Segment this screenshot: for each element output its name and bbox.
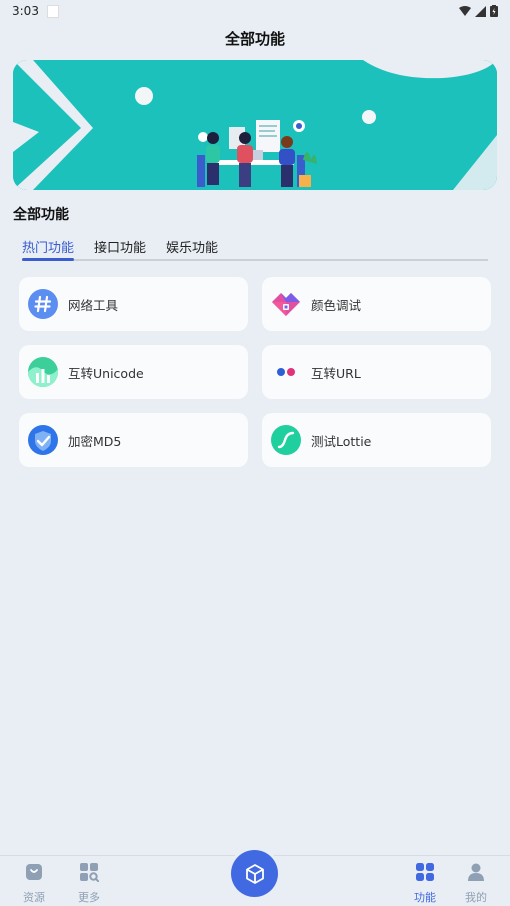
feature-label: 互转URL (311, 365, 361, 381)
feature-card-url-convert[interactable]: 互转URL (262, 345, 491, 399)
nav-label: 我的 (465, 891, 487, 904)
nav-label: 功能 (414, 891, 436, 904)
nav-mine[interactable]: 我的 (456, 862, 496, 905)
tab-entertainment-features[interactable]: 娱乐功能 (166, 235, 218, 259)
category-tabs: 热门功能 接口功能 娱乐功能 (22, 235, 488, 261)
hash-icon (28, 289, 58, 319)
battery-icon (490, 5, 498, 17)
feature-label: 颜色调试 (311, 297, 362, 313)
nav-resources[interactable]: 资源 (14, 862, 54, 905)
nav-label: 更多 (78, 891, 100, 904)
cube-icon (245, 863, 264, 884)
feature-card-lottie-test[interactable]: 测试Lottie (262, 413, 491, 467)
feature-label: 加密MD5 (68, 433, 122, 449)
apps-grid-icon (416, 863, 434, 881)
notification-icon (46, 4, 59, 18)
tab-hot-features[interactable]: 热门功能 (22, 235, 75, 261)
color-palette-icon (272, 293, 300, 316)
feature-card-network-tools[interactable]: 网络工具 (19, 277, 248, 331)
nav-features[interactable]: 功能 (405, 862, 445, 905)
nav-more[interactable]: 更多 (69, 862, 109, 905)
tab-api-features[interactable]: 接口功能 (94, 235, 146, 259)
status-bar: 3:03 (0, 0, 510, 22)
user-icon (468, 863, 484, 881)
signal-icon (475, 5, 486, 17)
feature-grid: 网络工具 颜色调试 互转Unicode 互转URL 加密MD5 测试Lottie (19, 277, 491, 467)
status-time: 3:03 (12, 4, 39, 18)
lottie-icon (271, 425, 301, 455)
feature-card-md5-encrypt[interactable]: 加密MD5 (19, 413, 248, 467)
feature-card-color-debug[interactable]: 颜色调试 (262, 277, 491, 331)
bag-icon (26, 864, 42, 880)
wifi-icon (459, 5, 471, 16)
shield-check-icon (28, 425, 58, 455)
feature-label: 测试Lottie (311, 433, 372, 449)
unicode-chart-icon (28, 357, 58, 387)
page-title: 全部功能 (224, 30, 285, 48)
feature-card-unicode-convert[interactable]: 互转Unicode (19, 345, 248, 399)
center-fab-button[interactable] (231, 850, 278, 897)
feature-label: 互转Unicode (68, 365, 144, 381)
section-title: 全部功能 (13, 207, 69, 223)
banner-image[interactable] (13, 60, 497, 190)
grid-search-icon (80, 863, 100, 883)
url-dots-icon (277, 368, 295, 376)
status-icons (459, 5, 498, 17)
nav-label: 资源 (23, 891, 45, 904)
feature-label: 网络工具 (68, 297, 119, 313)
banner-illustration (13, 60, 497, 190)
